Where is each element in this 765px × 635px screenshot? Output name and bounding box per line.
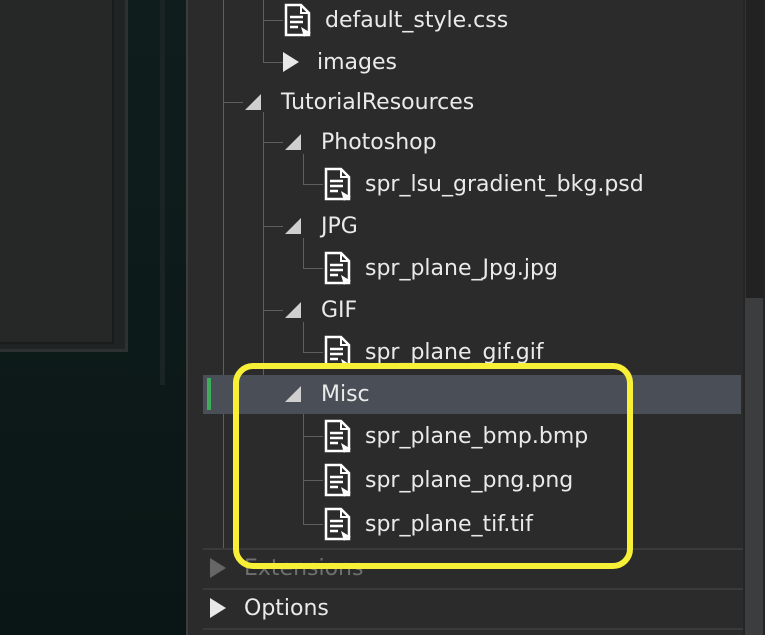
tree-connector — [223, 102, 243, 103]
tree-item-label: Photoshop — [321, 129, 437, 155]
tree-item-images[interactable]: images — [283, 42, 397, 82]
tree-connector — [263, 0, 264, 62]
tree-item-label: images — [317, 49, 397, 75]
tree-connector — [223, 0, 224, 548]
tree-connector — [263, 62, 283, 63]
section-label: Options — [244, 595, 329, 621]
triangle-right-icon[interactable] — [210, 558, 226, 578]
tree-item-label: spr_plane_Jpg.jpg — [365, 255, 558, 281]
file-icon — [283, 2, 317, 38]
tree-item-tutorialresources[interactable]: TutorialResources — [245, 82, 474, 122]
file-icon — [323, 250, 357, 286]
scrollbar-track[interactable] — [745, 298, 763, 635]
triangle-down-icon[interactable] — [245, 94, 261, 110]
highlight-annotation — [233, 363, 633, 569]
scrollbar-thumb[interactable] — [745, 0, 764, 298]
triangle-down-icon[interactable] — [285, 218, 301, 234]
tree-item-label: TutorialResources — [281, 89, 475, 115]
tree-item-photoshop[interactable]: Photoshop — [285, 122, 437, 162]
triangle-down-icon[interactable] — [285, 302, 301, 318]
triangle-down-icon[interactable] — [285, 134, 301, 150]
tree-connector — [263, 142, 283, 143]
tree-item-label: GIF — [321, 297, 358, 323]
tree-connector — [263, 20, 283, 21]
file-icon — [323, 166, 357, 202]
workspace-window — [0, 0, 128, 352]
tree-item-jpg[interactable]: JPG — [285, 206, 358, 246]
tree-connector — [303, 268, 323, 269]
selection-marker — [207, 378, 211, 410]
tree-item-label: spr_plane_gif.gif — [365, 339, 544, 365]
tree-item-spr-plane-jpg[interactable]: spr_plane_Jpg.jpg — [323, 248, 558, 288]
tree-connector — [263, 112, 264, 394]
section-options[interactable]: Options — [210, 588, 329, 628]
tree-connector — [303, 184, 323, 185]
triangle-right-icon[interactable] — [283, 52, 299, 72]
tree-item-default-style-css[interactable]: default_style.css — [283, 0, 508, 40]
tree-item-label: spr_lsu_gradient_bkg.psd — [365, 171, 644, 197]
tree-item-label: default_style.css — [325, 7, 509, 33]
tree-item-label: JPG — [321, 213, 358, 239]
tree-connector — [263, 226, 283, 227]
tree-item-spr-lsu-gradient-bkg[interactable]: spr_lsu_gradient_bkg.psd — [323, 164, 644, 204]
triangle-right-icon[interactable] — [210, 598, 226, 618]
workspace-area — [0, 0, 186, 635]
workspace-divider — [160, 0, 165, 385]
tree-connector — [263, 310, 283, 311]
tree-item-gif[interactable]: GIF — [285, 290, 357, 330]
tree-connector — [303, 352, 323, 353]
workspace-window-inner — [0, 0, 114, 344]
section-divider — [203, 628, 743, 630]
